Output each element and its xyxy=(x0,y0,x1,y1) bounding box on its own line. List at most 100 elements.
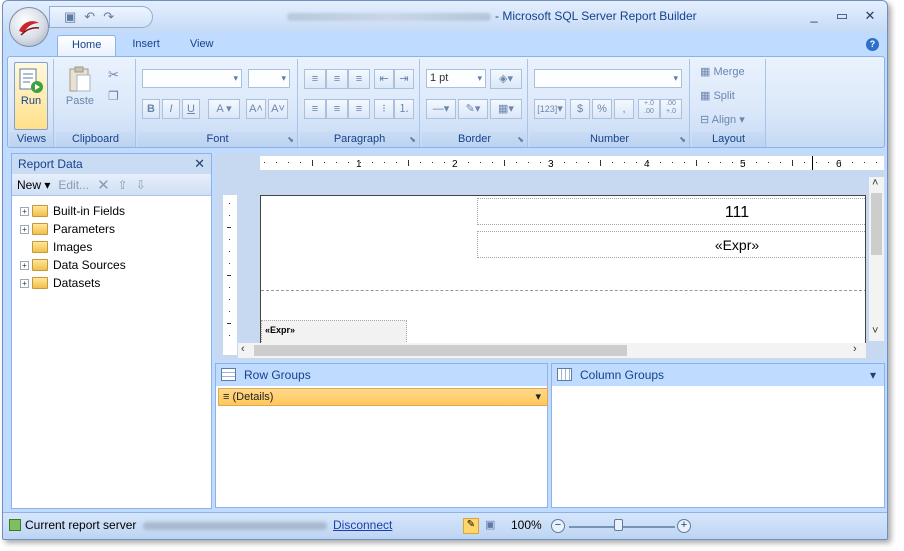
move-down-icon[interactable]: ⇩ xyxy=(136,178,146,192)
align-right-icon[interactable]: ≡ xyxy=(348,99,370,119)
vertical-ruler-ticks xyxy=(227,203,231,336)
zoom-slider-thumb[interactable] xyxy=(614,519,623,531)
chevron-down-icon[interactable]: ▾ xyxy=(870,368,876,382)
align-top-icon[interactable]: ≡ xyxy=(304,69,326,89)
textbox-footer-expression[interactable]: «Expr» xyxy=(261,320,407,343)
align-middle-icon[interactable]: ≡ xyxy=(326,69,348,89)
scroll-thumb[interactable] xyxy=(871,193,882,255)
bold-button[interactable]: B xyxy=(142,99,160,119)
scroll-down-icon[interactable]: ˅ xyxy=(872,325,878,337)
expand-icon[interactable]: + xyxy=(20,206,29,216)
shrink-font-button[interactable]: A˅ xyxy=(268,99,288,119)
placeholder-style-button[interactable]: [123]▾ xyxy=(534,99,566,119)
numbering-icon[interactable]: ⒈ xyxy=(394,99,414,119)
tree-item-data-sources[interactable]: + Data Sources xyxy=(12,256,211,274)
decrease-indent-icon[interactable]: ⇤ xyxy=(374,69,394,89)
chevron-down-icon[interactable]: ▾ xyxy=(535,390,541,403)
close-icon[interactable]: ✕ xyxy=(194,156,205,172)
dialog-launcher-icon[interactable]: ⬊ xyxy=(409,135,416,144)
align-bottom-icon[interactable]: ≡ xyxy=(348,69,370,89)
font-size-select[interactable]: ▾ xyxy=(248,69,290,88)
textbox-title[interactable]: 111 xyxy=(477,198,865,225)
design-surface: 123456 111 «Expr» «Expr» ˄ ˅ ‹ › xyxy=(215,153,885,361)
cut-icon[interactable]: ✂ xyxy=(108,67,119,83)
align-left-icon[interactable]: ≡ xyxy=(304,99,326,119)
border-color-icon[interactable]: ✎▾ xyxy=(458,99,488,119)
font-family-select[interactable]: ▾ xyxy=(142,69,242,88)
vertical-scrollbar[interactable]: ˄ ˅ xyxy=(869,177,884,341)
expand-icon[interactable]: + xyxy=(20,224,29,234)
help-icon[interactable]: ? xyxy=(866,38,879,51)
underline-button[interactable]: U xyxy=(182,99,200,119)
ruler-tick xyxy=(324,162,325,163)
paste-button[interactable]: Paste xyxy=(62,65,98,107)
bullets-icon[interactable]: ⁝ xyxy=(374,99,394,119)
tab-view[interactable]: View xyxy=(176,35,228,57)
panel-title: Report Data xyxy=(18,157,83,171)
percent-button[interactable]: % xyxy=(592,99,612,119)
decrease-decimal-button[interactable]: .00 +.0 xyxy=(660,99,682,119)
undo-icon[interactable]: ↶ xyxy=(84,9,95,25)
zoom-in-icon[interactable]: + xyxy=(677,519,691,533)
fill-color-icon[interactable]: ◈▾ xyxy=(490,69,522,89)
ruler-tick xyxy=(672,162,673,163)
border-style-icon[interactable]: —▾ xyxy=(426,99,456,119)
preview-icon[interactable]: ▣ xyxy=(485,518,501,534)
dialog-launcher-icon[interactable]: ⬊ xyxy=(287,135,294,144)
align-button[interactable]: ⊟ Align ▾ xyxy=(700,113,745,126)
split-button[interactable]: ▦ Split xyxy=(700,89,735,102)
ruler-mark-label: 6 xyxy=(836,159,842,170)
scroll-up-icon[interactable]: ˄ xyxy=(872,177,878,189)
scroll-left-icon[interactable]: ‹ xyxy=(241,343,245,355)
expand-icon[interactable]: + xyxy=(20,278,29,288)
application-button[interactable] xyxy=(9,7,49,47)
comma-button[interactable]: , xyxy=(614,99,634,119)
move-up-icon[interactable]: ⇧ xyxy=(118,178,128,192)
scroll-thumb[interactable] xyxy=(254,345,627,356)
row-groups-pane: Row Groups ≡ (Details) ▾ xyxy=(215,363,548,508)
tree-item-parameters[interactable]: + Parameters xyxy=(12,220,211,238)
ruler-mark-label: 4 xyxy=(644,159,650,170)
report-body[interactable]: 111 «Expr» «Expr» xyxy=(260,195,866,343)
tree-item-label: Images xyxy=(53,240,93,254)
merge-button[interactable]: ▦ Merge xyxy=(700,65,745,78)
delete-icon[interactable]: ✕ xyxy=(97,176,110,194)
tree-item-images[interactable]: Images xyxy=(12,238,211,256)
disconnect-link[interactable]: Disconnect xyxy=(333,518,392,532)
minimize-icon[interactable]: _ xyxy=(807,8,821,24)
font-color-button[interactable]: A ▾ xyxy=(208,99,240,119)
dialog-launcher-icon[interactable]: ⬊ xyxy=(517,135,524,144)
server-icon xyxy=(9,519,21,531)
grow-font-button[interactable]: A˄ xyxy=(246,99,266,119)
edit-button[interactable]: Edit... xyxy=(58,178,89,192)
maximize-icon[interactable]: ▭ xyxy=(835,8,849,24)
tab-home[interactable]: Home xyxy=(57,35,117,57)
tree-item-datasets[interactable]: + Datasets xyxy=(12,274,211,292)
dialog-launcher-icon[interactable]: ⬊ xyxy=(679,135,686,144)
expand-icon[interactable]: + xyxy=(20,260,29,270)
run-button[interactable]: Run xyxy=(14,62,48,130)
borders-icon[interactable]: ▦▾ xyxy=(490,99,522,119)
scroll-right-icon[interactable]: › xyxy=(853,343,857,355)
group-border: 1 pt ▾ ◈▾ —▾ ✎▾ ▦▾ Border ⬊ xyxy=(422,59,528,147)
currency-button[interactable]: $ xyxy=(570,99,590,119)
number-format-select[interactable]: ▾ xyxy=(534,69,682,88)
ruler-tick xyxy=(288,162,289,163)
align-center-icon[interactable]: ≡ xyxy=(326,99,348,119)
new-dropdown[interactable]: New ▾ xyxy=(17,178,50,192)
redo-icon[interactable]: ↷ xyxy=(103,9,114,25)
save-icon[interactable]: ▣ xyxy=(64,9,76,25)
textbox-expression[interactable]: «Expr» xyxy=(477,231,865,258)
tree-item-built-in-fields[interactable]: + Built-in Fields xyxy=(12,202,211,220)
close-icon[interactable]: ✕ xyxy=(863,8,877,24)
tab-insert[interactable]: Insert xyxy=(118,35,174,57)
horizontal-scrollbar[interactable]: ‹ › xyxy=(238,343,866,358)
increase-indent-icon[interactable]: ⇥ xyxy=(394,69,414,89)
zoom-out-icon[interactable]: − xyxy=(551,519,565,533)
details-group[interactable]: ≡ (Details) ▾ xyxy=(218,388,548,406)
border-width-select[interactable]: 1 pt ▾ xyxy=(426,69,486,88)
increase-decimal-button[interactable]: +.0 .00 xyxy=(638,99,660,119)
design-view-icon[interactable]: ✎ xyxy=(463,518,479,534)
copy-icon[interactable]: ❐ xyxy=(108,89,119,103)
italic-button[interactable]: I xyxy=(162,99,180,119)
